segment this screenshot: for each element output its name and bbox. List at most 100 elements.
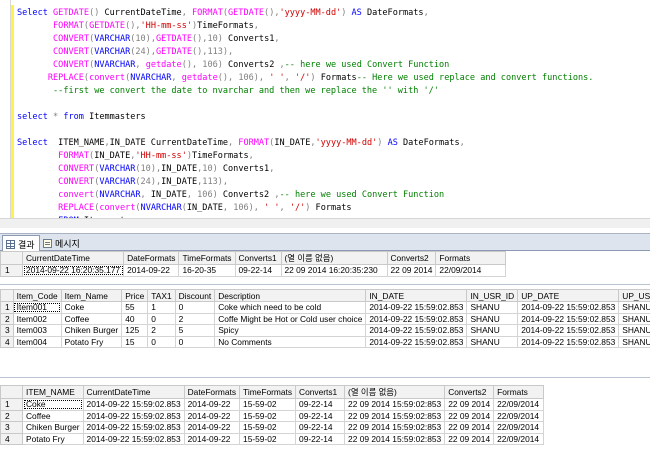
column-header[interactable]: (열 이름 없음) <box>280 251 388 265</box>
column-header[interactable]: Discount <box>174 289 216 302</box>
code-area[interactable]: Select GETDATE() CurrentDateTime, FORMAT… <box>17 7 649 228</box>
table-cell[interactable]: 22/09/2014 <box>493 409 545 422</box>
table-cell[interactable]: Item003 <box>12 324 62 337</box>
table-cell[interactable]: 2014-09-22 15:59:02.853 <box>82 409 185 422</box>
grid-splitter-2[interactable] <box>0 377 650 378</box>
column-header[interactable]: Converts2 <box>444 385 495 399</box>
column-header[interactable]: UP_DATE <box>517 289 620 302</box>
row-header-corner[interactable] <box>0 251 23 265</box>
table-cell[interactable]: SHANU <box>466 335 519 348</box>
table-cell[interactable]: Coffe Might be Hot or Cold user choice <box>214 312 367 325</box>
table-cell[interactable]: 2014-09-22 15:59:02.853 <box>517 324 620 337</box>
table-row[interactable]: 2 Item002 Coffee 40 0 2 Coffe Might be Hot or … <box>0 312 650 325</box>
table-cell[interactable]: Potato Fry <box>60 335 123 348</box>
table-cell[interactable]: 0 <box>147 312 176 325</box>
table-cell[interactable]: 40 <box>121 312 149 325</box>
table-row[interactable]: 4 Item004 Potato Fry 15 0 0 No Comments 2014-09… <box>0 335 650 348</box>
table-cell[interactable]: 0 <box>174 301 216 314</box>
table-cell[interactable]: 2014-09-22 16:20:35.177 <box>21 264 125 277</box>
row-number[interactable]: 2 <box>0 409 23 422</box>
table-cell[interactable]: 09-22-14 <box>295 398 346 411</box>
column-header[interactable]: TimeFormats <box>178 251 236 265</box>
table-cell[interactable]: 22 09 2014 <box>444 398 495 411</box>
table-cell[interactable]: 2014-09-22 15:59:02.853 <box>365 312 468 325</box>
table-cell[interactable]: Item002 <box>12 312 62 325</box>
table-cell[interactable]: 15-59-02 <box>239 409 297 422</box>
sql-editor[interactable]: Select GETDATE() CurrentDateTime, FORMAT… <box>0 0 650 228</box>
editor-horizontal-scrollbar[interactable] <box>0 218 650 228</box>
table-cell[interactable]: 2014-09-22 <box>183 398 241 411</box>
tab-results[interactable]: 결과 <box>2 235 40 252</box>
table-row[interactable]: 3 Chiken Burger 2014-09-22 15:59:02.853 201… <box>0 421 545 434</box>
table-cell[interactable]: Item004 <box>12 335 62 348</box>
row-number[interactable]: 4 <box>0 335 14 348</box>
table-cell[interactable]: Item001 <box>12 301 62 314</box>
table-cell[interactable]: Coke which need to be cold <box>214 301 367 314</box>
table-cell[interactable]: SHANU <box>618 335 650 348</box>
column-header[interactable]: CurrentDateTime <box>21 251 125 265</box>
table-cell[interactable]: 2 <box>147 324 176 337</box>
column-header[interactable]: Item_Name <box>60 289 123 302</box>
table-cell[interactable]: No Comments <box>214 335 367 348</box>
grid-splitter-1[interactable] <box>0 284 650 285</box>
column-header[interactable]: UP_USR_ID <box>618 289 650 302</box>
table-cell[interactable]: 22 09 2014 <box>386 264 437 277</box>
table-cell[interactable]: 15-59-02 <box>239 432 297 445</box>
row-number[interactable]: 3 <box>0 324 14 337</box>
table-cell[interactable]: SHANU <box>466 312 519 325</box>
table-cell[interactable]: 55 <box>121 301 149 314</box>
table-cell[interactable]: Chiken Burger <box>22 421 84 434</box>
table-cell[interactable]: 2014-09-22 15:59:02.853 <box>365 335 468 348</box>
table-cell[interactable]: 2014-09-22 <box>183 421 241 434</box>
column-header[interactable]: (열 이름 없음) <box>344 385 446 399</box>
table-cell[interactable]: 22 09 2014 <box>444 432 495 445</box>
table-cell[interactable]: 09-22-14 <box>234 264 282 277</box>
table-cell[interactable]: 22/09/2014 <box>493 421 545 434</box>
column-header[interactable]: DateFormats <box>123 251 180 265</box>
table-cell[interactable]: 22 09 2014 15:59:02:853 <box>344 432 446 445</box>
table-cell[interactable]: 15-59-02 <box>239 398 297 411</box>
table-cell[interactable]: 0 <box>174 335 216 348</box>
table-cell[interactable]: SHANU <box>618 324 650 337</box>
table-cell[interactable]: 2014-09-22 <box>183 432 241 445</box>
table-row[interactable]: 4 Potato Fry 2014-09-22 15:59:02.853 2014-0… <box>0 432 545 445</box>
row-header-corner[interactable] <box>0 289 14 302</box>
table-cell[interactable]: Coke <box>60 301 123 314</box>
table-cell[interactable]: 0 <box>147 335 176 348</box>
table-cell[interactable]: 2014-09-22 15:59:02.853 <box>82 432 185 445</box>
table-cell[interactable]: SHANU <box>618 312 650 325</box>
table-cell[interactable]: 2014-09-22 15:59:02.853 <box>517 335 620 348</box>
table-cell[interactable]: SHANU <box>618 301 650 314</box>
row-number[interactable]: 1 <box>0 301 14 314</box>
table-cell[interactable]: 5 <box>174 324 216 337</box>
row-number[interactable]: 2 <box>0 312 14 325</box>
table-cell[interactable]: 22/09/2014 <box>435 264 507 277</box>
column-header[interactable]: IN_DATE <box>365 289 468 302</box>
column-header[interactable]: Price <box>121 289 149 302</box>
table-cell[interactable]: 2014-09-22 15:59:02.853 <box>517 301 620 314</box>
table-cell[interactable]: 22 09 2014 15:59:02:853 <box>344 398 446 411</box>
column-header[interactable]: Formats <box>493 385 545 399</box>
table-cell[interactable]: 2014-09-22 15:59:02.853 <box>82 421 185 434</box>
table-cell[interactable]: Chiken Burger <box>60 324 123 337</box>
table-cell[interactable]: Spicy <box>214 324 367 337</box>
column-header[interactable]: TimeFormats <box>239 385 297 399</box>
table-cell[interactable]: 2014-09-22 <box>183 409 241 422</box>
row-number[interactable]: 1 <box>0 264 23 277</box>
table-cell[interactable]: Coffee <box>22 409 84 422</box>
table-cell[interactable]: 2014-09-22 15:59:02.853 <box>517 312 620 325</box>
table-row[interactable]: 1 2014-09-22 16:20:35.177 2014-09-22 16-20-… <box>0 264 507 277</box>
column-header[interactable]: CurrentDateTime <box>82 385 185 399</box>
table-cell[interactable]: Coke <box>22 398 84 411</box>
table-cell[interactable]: 2014-09-22 <box>123 264 180 277</box>
table-cell[interactable]: 22 09 2014 <box>444 421 495 434</box>
table-row[interactable]: 1 Item001 Coke 55 1 0 Coke which need to be co… <box>0 301 650 314</box>
column-header[interactable]: IN_USR_ID <box>466 289 519 302</box>
table-cell[interactable]: 22 09 2014 15:59:02:853 <box>344 421 446 434</box>
table-cell[interactable]: 16-20-35 <box>178 264 236 277</box>
table-cell[interactable]: Potato Fry <box>22 432 84 445</box>
table-cell[interactable]: 15-59-02 <box>239 421 297 434</box>
table-cell[interactable]: 22 09 2014 16:20:35:230 <box>280 264 388 277</box>
table-cell[interactable]: 09-22-14 <box>295 432 346 445</box>
column-header[interactable]: Converts1 <box>295 385 346 399</box>
